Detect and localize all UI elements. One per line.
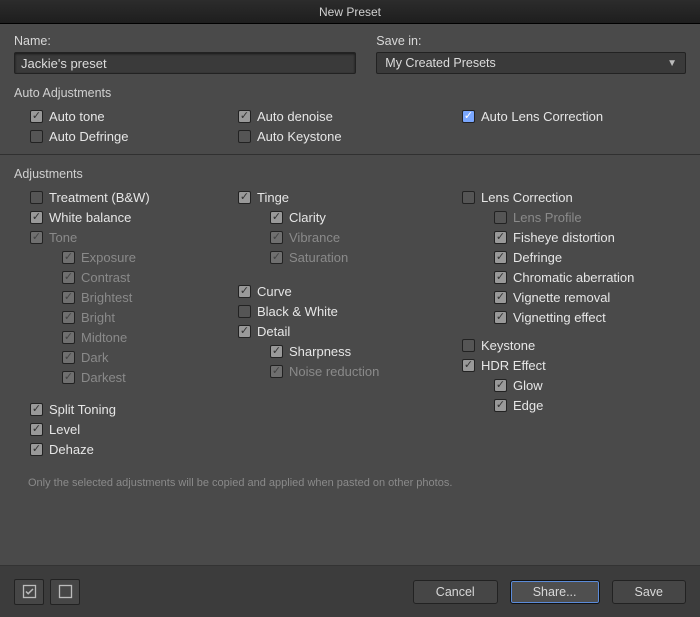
checkbox-glow[interactable]: ✓Glow [462,375,686,395]
checkbox-treatment[interactable]: ✓Treatment (B&W) [14,187,238,207]
checkbox-detail[interactable]: ✓Detail [238,321,462,341]
checkbox-auto-denoise[interactable]: ✓Auto denoise [238,106,462,126]
checkbox-brightest[interactable]: ✓Brightest [14,287,238,307]
checkbox-curve[interactable]: ✓Curve [238,281,462,301]
checkbox-contrast[interactable]: ✓Contrast [14,267,238,287]
checkbox-fisheye[interactable]: ✓Fisheye distortion [462,227,686,247]
uncheck-all-icon[interactable] [50,579,80,605]
checkbox-black-white[interactable]: ✓Black & White [238,301,462,321]
checkbox-darkest[interactable]: ✓Darkest [14,367,238,387]
checkbox-saturation[interactable]: ✓Saturation [238,247,462,267]
chevron-down-icon: ▼ [667,58,677,69]
name-input[interactable] [14,52,356,74]
checkbox-white-balance[interactable]: ✓White balance [14,207,238,227]
checkbox-noise-reduction[interactable]: ✓Noise reduction [238,361,462,381]
savein-value: My Created Presets [385,56,495,70]
checkbox-vignetting-effect[interactable]: ✓Vignetting effect [462,307,686,327]
window-title: New Preset [0,0,700,24]
checkbox-bright[interactable]: ✓Bright [14,307,238,327]
checkbox-dark[interactable]: ✓Dark [14,347,238,367]
checkbox-defringe[interactable]: ✓Defringe [462,247,686,267]
footnote-text: Only the selected adjustments will be co… [28,477,686,489]
savein-label: Save in: [376,34,686,48]
checkbox-keystone[interactable]: ✓Keystone [462,335,686,355]
checkbox-midtone[interactable]: ✓Midtone [14,327,238,347]
checkbox-vibrance[interactable]: ✓Vibrance [238,227,462,247]
checkbox-level[interactable]: ✓Level [14,419,238,439]
checkbox-auto-lens[interactable]: ✓Auto Lens Correction [462,106,686,126]
checkbox-auto-keystone[interactable]: ✓Auto Keystone [238,126,462,146]
checkbox-dehaze[interactable]: ✓Dehaze [14,439,238,459]
share-button[interactable]: Share... [510,580,600,604]
checkbox-auto-defringe[interactable]: ✓Auto Defringe [14,126,238,146]
checkbox-exposure[interactable]: ✓Exposure [14,247,238,267]
section-auto-adjustments: Auto Adjustments [14,86,686,100]
checkbox-lens-correction[interactable]: ✓Lens Correction [462,187,686,207]
checkbox-tinge[interactable]: ✓Tinge [238,187,462,207]
section-adjustments: Adjustments [14,167,686,181]
checkbox-lens-profile[interactable]: ✓Lens Profile [462,207,686,227]
cancel-button[interactable]: Cancel [413,580,498,604]
checkbox-auto-tone[interactable]: ✓Auto tone [14,106,238,126]
checkbox-vignette-removal[interactable]: ✓Vignette removal [462,287,686,307]
checkbox-split-toning[interactable]: ✓Split Toning [14,399,238,419]
name-label: Name: [14,34,356,48]
checkbox-tone[interactable]: ✓Tone [14,227,238,247]
checkbox-chromatic[interactable]: ✓Chromatic aberration [462,267,686,287]
savein-select[interactable]: My Created Presets ▼ [376,52,686,74]
checkbox-sharpness[interactable]: ✓Sharpness [238,341,462,361]
save-button[interactable]: Save [612,580,687,604]
checkbox-edge[interactable]: ✓Edge [462,395,686,415]
checkbox-clarity[interactable]: ✓Clarity [238,207,462,227]
check-all-icon[interactable] [14,579,44,605]
checkbox-hdr-effect[interactable]: ✓HDR Effect [462,355,686,375]
